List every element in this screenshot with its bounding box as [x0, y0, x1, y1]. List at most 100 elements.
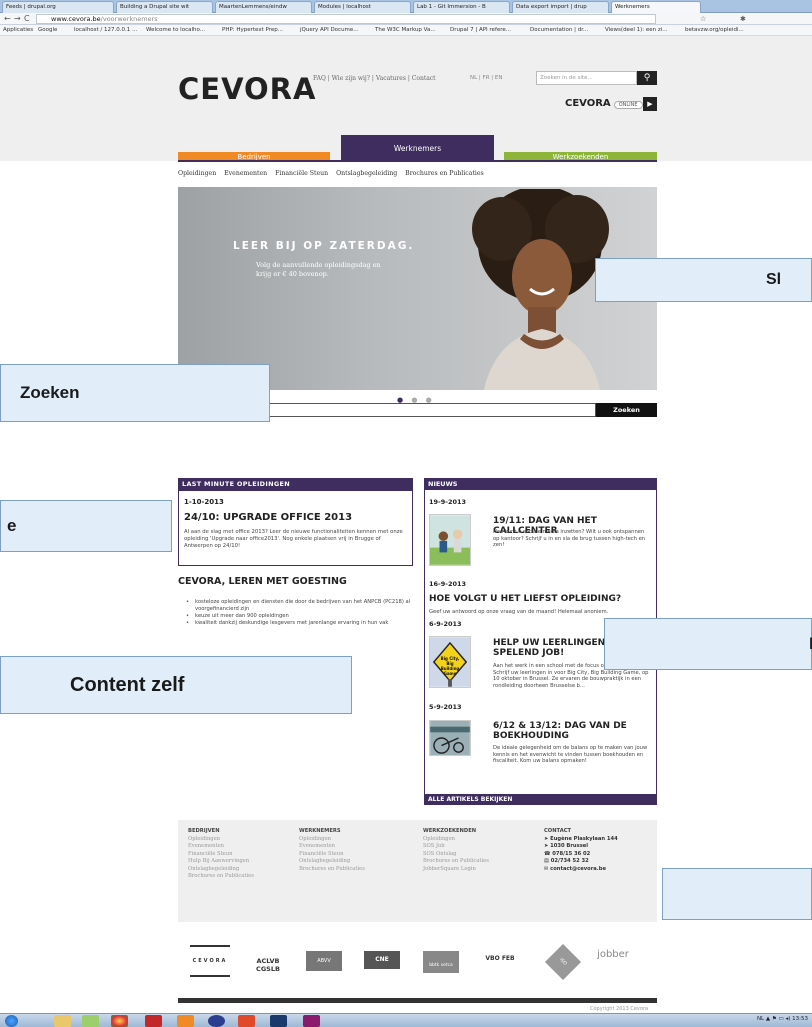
browser-tab[interactable]: Feeds | drupal.org: [2, 1, 114, 13]
filezilla-icon[interactable]: [145, 1015, 162, 1027]
bookmark[interactable]: Drupal 7 | API refere...: [450, 26, 511, 35]
contact-fax: 02/734 52 32: [550, 858, 589, 864]
footer-link[interactable]: Hulp Bij Aanwervingen: [188, 858, 254, 866]
list-item: kwaliteit dankzij deskundige lesgevers m…: [186, 620, 416, 627]
bookmark[interactable]: Welcome to localho...: [146, 26, 205, 35]
cevora-logo[interactable]: CEVORA: [178, 72, 316, 106]
bookmark[interactable]: betavzw.org/opleidi...: [685, 26, 744, 35]
subnav-opleidingen[interactable]: Opleidingen: [178, 170, 216, 177]
leren-bullets: kosteloze opleidingen en diensten die do…: [186, 599, 416, 627]
subnav-financiele-steun[interactable]: Financiële Steun: [275, 170, 328, 177]
overlay-label: Zoeken: [0, 364, 270, 422]
footer-link[interactable]: Opleidingen: [188, 836, 254, 844]
footer-link[interactable]: Brochures en Publicaties: [299, 866, 365, 874]
explorer-icon[interactable]: [54, 1015, 71, 1027]
bookmark[interactable]: Views(deel 1): een zi...: [605, 26, 668, 35]
footer-heading: CONTACT: [544, 828, 572, 834]
subnav-evenementen[interactable]: Evenementen: [224, 170, 267, 177]
footer-link[interactable]: Brochures en Publicaties: [188, 873, 254, 881]
footer-heading: WERKZOEKENDEN: [423, 828, 477, 834]
browser-tab[interactable]: Modules | localhost: [314, 1, 411, 13]
bookmark[interactable]: The W3C Markup Va...: [375, 26, 436, 35]
partner-logo-iso[interactable]: ISO: [544, 943, 582, 981]
browser-tab-active[interactable]: Werknemers: [611, 1, 701, 13]
git-icon[interactable]: [238, 1015, 255, 1027]
bookmark[interactable]: Documentation | dr...: [530, 26, 588, 35]
system-tray: NL ▲ ⚑ ▭ ◂) 13:53: [756, 1016, 808, 1022]
footer-link[interactable]: Evenementen: [299, 843, 365, 851]
footer-heading: BEDRIJVEN: [188, 828, 220, 834]
news-thumbnail[interactable]: [429, 720, 471, 756]
browser-tab[interactable]: Building a Drupal site wit: [116, 1, 213, 13]
contact-email[interactable]: contact@cevora.be: [550, 866, 606, 872]
reload-icon[interactable]: C: [24, 14, 30, 24]
partner-logo-cne[interactable]: CNE: [364, 951, 400, 969]
site-search-input[interactable]: Zoeken in de site...: [536, 71, 637, 85]
footer-col-werkzoekenden: WERKZOEKENDEN Opleidingen SOS Job SOS On…: [423, 828, 489, 873]
news-title[interactable]: HOE VOLGT U HET LIEFST OPLEIDING?: [429, 594, 655, 604]
back-icon[interactable]: ←: [4, 14, 11, 24]
bookmark[interactable]: Applicaties: [3, 26, 33, 35]
news-title[interactable]: 6/12 & 13/12: DAG VAN DE BOEKHOUDING: [493, 721, 653, 741]
address-bar: ← → C www.cevora.be/voorwerknemers ☆ ✱: [0, 13, 812, 25]
hero-title: LEER BIJ OP ZATERDAG.: [233, 240, 415, 252]
footer-link[interactable]: Financiële Steun: [299, 851, 365, 859]
footer-link[interactable]: Opleidingen: [423, 836, 489, 844]
tray-clock[interactable]: 13:53: [792, 1016, 808, 1022]
footer-link[interactable]: Ontslagbegeleiding: [299, 858, 365, 866]
language-switch[interactable]: NL | FR | EN: [470, 75, 502, 81]
app-icon[interactable]: [82, 1015, 99, 1027]
tray-lang[interactable]: NL: [757, 1016, 764, 1022]
footer-divider: [178, 998, 657, 1003]
browser-tab[interactable]: Lab 1 - Git Immersion - B: [413, 1, 510, 13]
subnav-brochures[interactable]: Brochures en Publicaties: [405, 170, 484, 177]
chrome-icon[interactable]: [111, 1015, 128, 1027]
site-footer: BEDRIJVEN Opleidingen Evenementen Financ…: [178, 820, 657, 922]
url-field[interactable]: www.cevora.be/voorwerknemers: [36, 14, 656, 24]
bookmark[interactable]: jQuery API Docume...: [300, 26, 359, 35]
app-icon[interactable]: [177, 1015, 194, 1027]
last-minute-title[interactable]: 24/10: UPGRADE OFFICE 2013: [184, 512, 352, 523]
partner-logo-bbtk[interactable]: bbtk setca: [423, 951, 459, 973]
all-articles-link[interactable]: ALLE ARTIKELS BEKIJKEN: [424, 795, 657, 805]
partner-logo-cevora[interactable]: CEVORA: [190, 945, 230, 977]
footer-link[interactable]: SOS Job: [423, 843, 489, 851]
cevora-online-button[interactable]: CEVORA ONLINE ▶: [565, 97, 657, 111]
footer-link[interactable]: Brochures en Publicaties: [423, 858, 489, 866]
partner-logo-aclvb[interactable]: ACLVB CGSLB: [250, 957, 286, 973]
tab-werknemers[interactable]: Werknemers: [341, 135, 494, 162]
subnav-ontslagbegeleiding[interactable]: Ontslagbegeleiding: [336, 170, 397, 177]
footer-link[interactable]: SOS Ontslag: [423, 851, 489, 859]
footer-link[interactable]: Evenementen: [188, 843, 254, 851]
overlay-label: [662, 868, 812, 920]
settings-icon[interactable]: ✱: [740, 14, 746, 24]
game-sign-text: Big City, Big Building Game: [440, 656, 460, 676]
partner-logo-jobber[interactable]: jobber: [591, 949, 635, 960]
footer-link[interactable]: Opleidingen: [299, 836, 365, 844]
top-links[interactable]: FAQ | Wie zijn wij? | Vacatures | Contac…: [313, 75, 436, 82]
search-icon[interactable]: ⚲: [637, 71, 657, 85]
footer-link[interactable]: JobberSquare Login: [423, 866, 489, 874]
photoshop-icon[interactable]: [270, 1015, 287, 1027]
star-icon[interactable]: ☆: [700, 14, 706, 24]
indesign-icon[interactable]: [303, 1015, 320, 1027]
footer-link[interactable]: Financiële Steun: [188, 851, 254, 859]
start-icon[interactable]: [5, 1015, 18, 1027]
footer-link[interactable]: Ontslagbegeleiding: [188, 866, 254, 874]
partner-logo-vbo-feb[interactable]: VBO FEB: [478, 955, 522, 962]
forward-icon[interactable]: →: [14, 14, 21, 24]
hero-photo: [472, 189, 609, 390]
bookmark[interactable]: localhost / 127.0.0.1 ...: [74, 26, 137, 35]
eclipse-icon[interactable]: [208, 1015, 225, 1027]
bookmark[interactable]: Google: [38, 26, 57, 35]
bookmark[interactable]: PHP: Hypertext Prep...: [222, 26, 283, 35]
browser-tab[interactable]: MaartenLemmens/eindw: [215, 1, 312, 13]
news-thumbnail[interactable]: [429, 514, 471, 566]
partner-logo-abvv[interactable]: ABVV: [306, 951, 342, 971]
news-text: De ideale gelegenheid om de balans op te…: [493, 745, 648, 764]
browser-tab[interactable]: Data export import | drup: [512, 1, 609, 13]
hero-slider[interactable]: LEER BIJ OP ZATERDAG. Volg de aanvullend…: [178, 187, 657, 390]
news-text: Geef uw antwoord op onze vraag van de ma…: [429, 609, 609, 615]
hero-subtitle: Volg de aanvullende opleidingsdag en kri…: [256, 261, 381, 278]
course-search-button[interactable]: Zoeken: [596, 403, 657, 417]
